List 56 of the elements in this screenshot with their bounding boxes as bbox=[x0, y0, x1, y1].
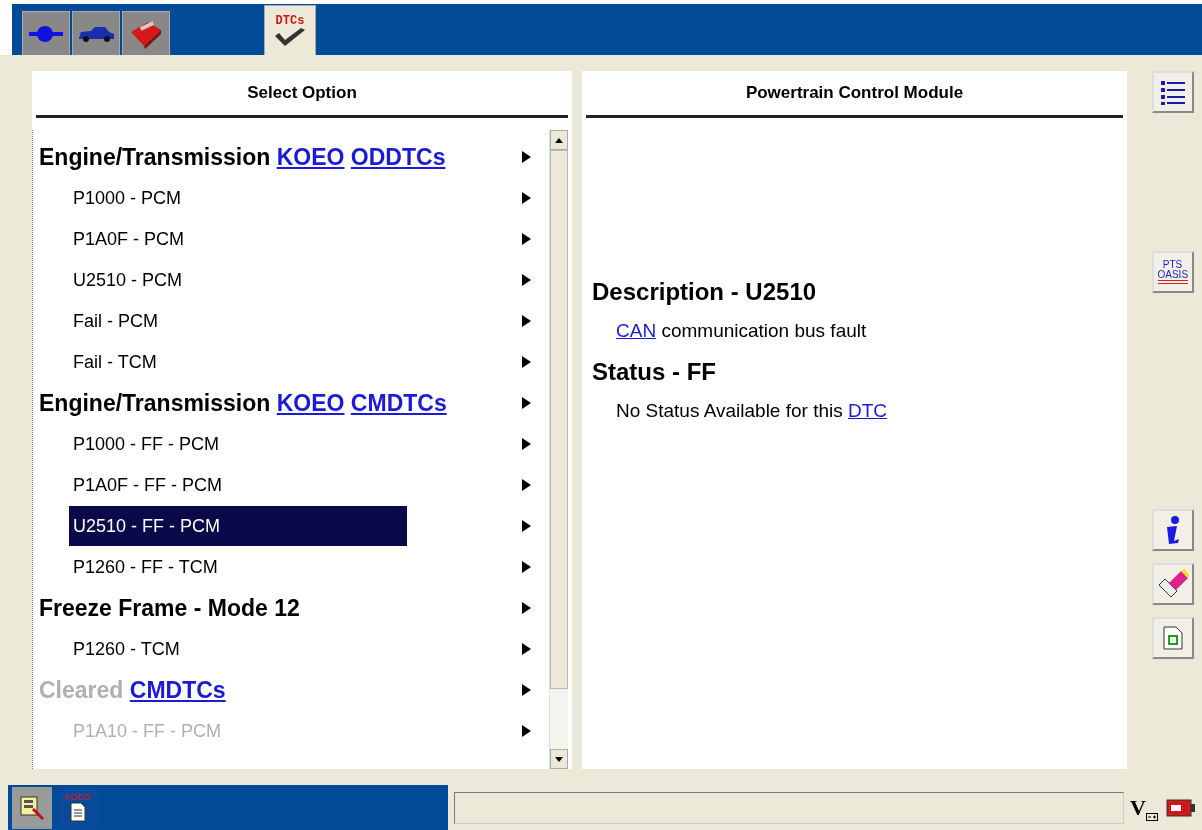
option-item[interactable]: P1260 - TCM bbox=[69, 628, 407, 669]
pts-oasis-button[interactable]: PTS OASIS bbox=[1151, 251, 1194, 293]
document-magnifier-icon bbox=[19, 794, 45, 821]
arrow-icon bbox=[522, 560, 531, 573]
option-item[interactable]: U2510 - FF - PCM bbox=[69, 505, 407, 546]
description-text: No Status Available for this DTC bbox=[615, 400, 889, 422]
arrow-icon bbox=[522, 642, 531, 655]
list-button[interactable] bbox=[1151, 71, 1194, 113]
scroll-up-icon bbox=[555, 137, 563, 143]
checkmark-icon bbox=[273, 27, 307, 48]
option-item[interactable]: P1000 - FF - PCM bbox=[69, 423, 407, 464]
option-item[interactable]: Fail - TCM bbox=[69, 341, 407, 382]
arrow-icon bbox=[522, 191, 531, 204]
option-item[interactable]: Engine/Transmission KOEO ODDTCs bbox=[33, 136, 452, 177]
option-item[interactable]: P1000 - PCM bbox=[69, 177, 407, 218]
toolbar-tab[interactable] bbox=[122, 11, 170, 55]
arrow-icon bbox=[522, 478, 531, 491]
arrow-icon bbox=[522, 601, 531, 614]
arrow-icon bbox=[522, 724, 531, 737]
arrow-icon bbox=[522, 232, 531, 245]
info-button[interactable] bbox=[1151, 509, 1194, 551]
document-icon bbox=[70, 802, 86, 822]
arrow-icon bbox=[522, 396, 531, 409]
toolbar-tab[interactable]: DTCs bbox=[264, 5, 316, 55]
option-item[interactable]: P1A0F - FF - PCM bbox=[69, 464, 407, 505]
option-item[interactable]: Freeze Frame - Mode 12 bbox=[33, 587, 306, 628]
arrow-icon bbox=[522, 314, 531, 327]
arrow-icon bbox=[522, 273, 531, 286]
panel-title: Select Option bbox=[36, 71, 568, 118]
tool-button[interactable] bbox=[12, 786, 52, 829]
toolbar-tab[interactable] bbox=[22, 11, 70, 55]
battery-small-icon bbox=[1146, 810, 1158, 821]
option-item[interactable]: P1260 - FF - TCM bbox=[69, 546, 407, 587]
document-icon bbox=[1162, 626, 1183, 650]
scroll-down-icon bbox=[555, 756, 563, 762]
option-item[interactable]: U2510 - PCM bbox=[69, 259, 407, 300]
erase-button[interactable] bbox=[1151, 563, 1194, 605]
eraser-icon bbox=[1156, 569, 1189, 599]
option-item[interactable]: Fail - PCM bbox=[69, 300, 407, 341]
arrow-icon bbox=[522, 355, 531, 368]
battery-icon bbox=[1166, 798, 1196, 817]
scrollbar[interactable] bbox=[549, 130, 568, 769]
arrow-icon bbox=[522, 150, 531, 163]
document-button[interactable] bbox=[1151, 617, 1194, 659]
section-heading: Status - FF bbox=[592, 358, 717, 386]
section-heading: Description - U2510 bbox=[592, 278, 818, 306]
option-item[interactable]: P1A0F - PCM bbox=[69, 218, 407, 259]
tab-label: DTCs bbox=[275, 13, 305, 28]
arrow-icon bbox=[522, 683, 531, 696]
arrow-icon bbox=[522, 519, 531, 532]
panel-title: Powertrain Control Module bbox=[586, 71, 1123, 118]
toolbar-tab[interactable] bbox=[72, 11, 120, 55]
voltage-button[interactable]: V bbox=[1130, 794, 1158, 821]
arrow-icon bbox=[522, 437, 531, 450]
option-item[interactable]: Engine/Transmission KOEO CMDTCs bbox=[33, 382, 453, 423]
description-text: CAN communication bus fault bbox=[615, 320, 868, 342]
